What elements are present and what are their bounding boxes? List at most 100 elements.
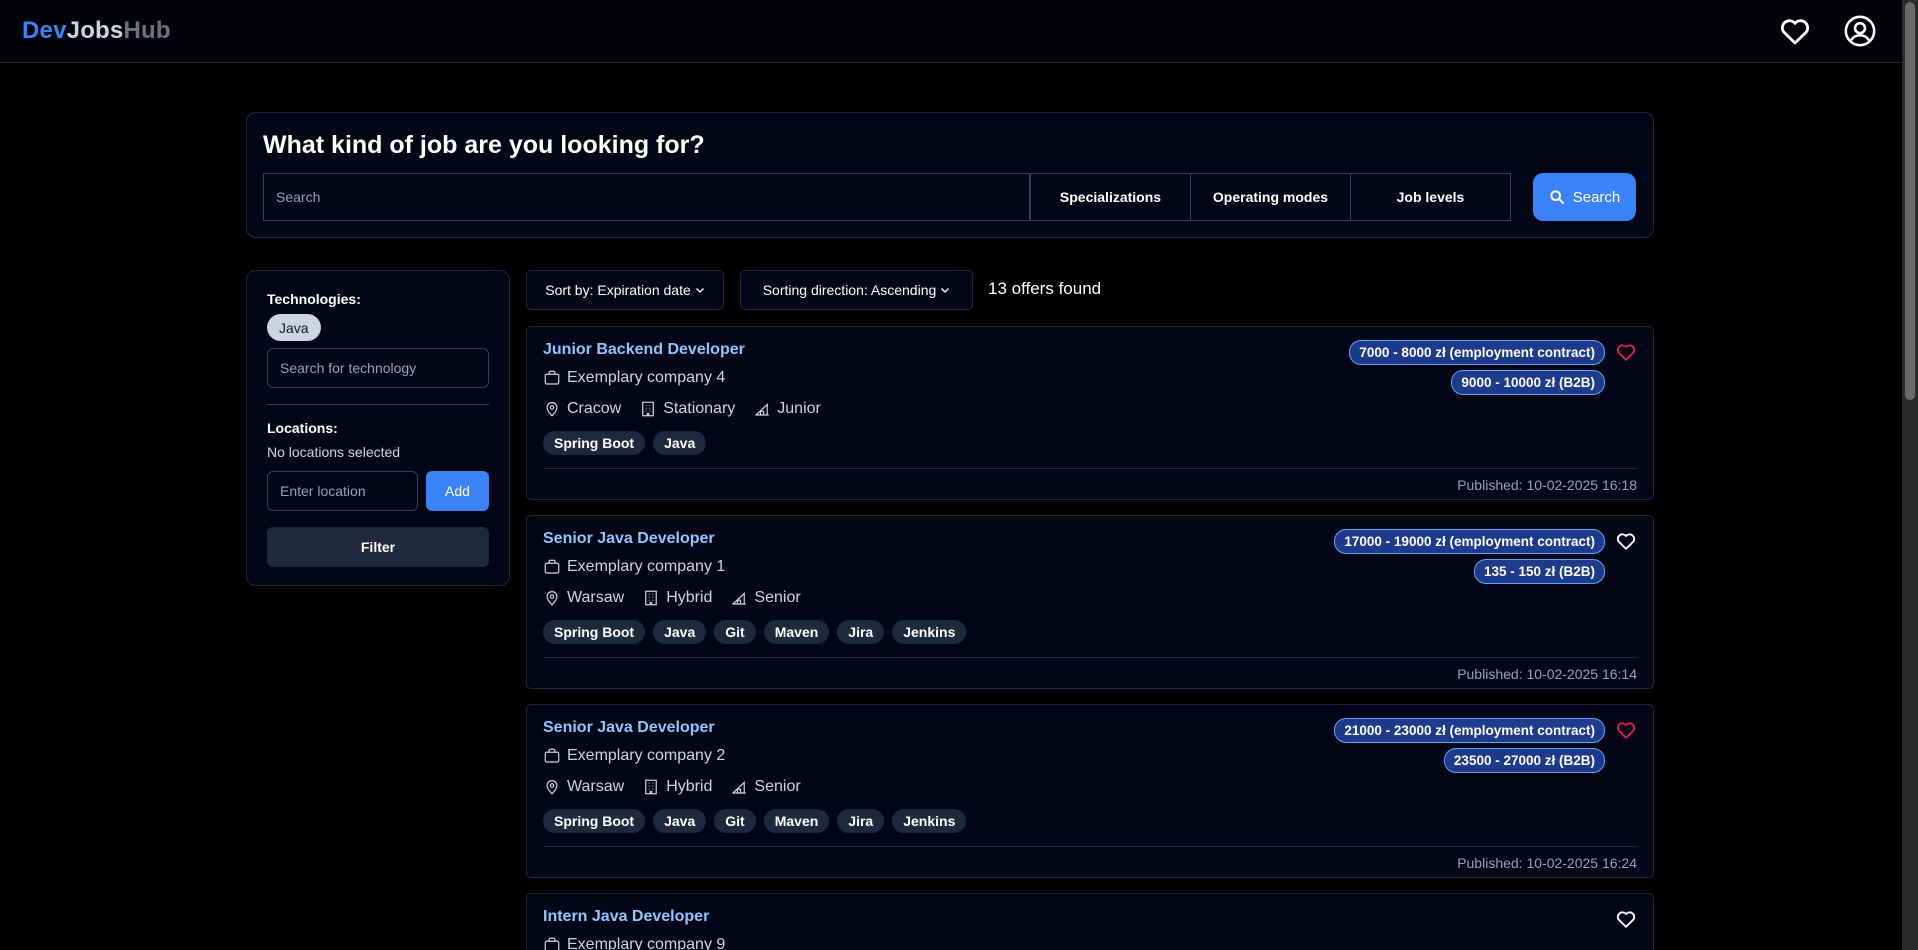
sorting-direction-label: Sorting direction: Ascending xyxy=(762,282,937,298)
location-input[interactable] xyxy=(267,471,418,511)
page-scrollbar[interactable] xyxy=(1902,0,1918,950)
job-offer-card[interactable]: Senior Java Developer Exemplary company … xyxy=(526,515,1654,689)
level-icon xyxy=(730,589,748,607)
sorting-direction-dropdown[interactable]: Sorting direction: Ascending xyxy=(740,270,973,310)
offer-location-text: Warsaw xyxy=(567,778,625,795)
specializations-dropdown[interactable]: Specializations xyxy=(1030,173,1191,221)
briefcase-icon xyxy=(543,369,561,387)
offer-title[interactable]: Senior Java Developer xyxy=(543,530,715,548)
search-button[interactable]: Search xyxy=(1533,173,1636,221)
favorite-heart-icon[interactable] xyxy=(1615,530,1637,552)
offer-mode: Hybrid xyxy=(642,778,712,796)
technology-chip-java[interactable]: Java xyxy=(267,314,321,341)
offer-salaries: 21000 - 23000 zł (employment contract) 2… xyxy=(1334,718,1605,773)
offer-mode: Hybrid xyxy=(642,589,712,607)
salary-badge: 135 - 150 zł (B2B) xyxy=(1473,559,1605,584)
offer-location-text: Warsaw xyxy=(567,589,625,606)
technology-tag: Maven xyxy=(763,620,830,644)
briefcase-icon xyxy=(543,936,561,950)
offer-tags: Spring Boot Java Git Maven Jira Jenkins xyxy=(543,809,967,833)
technology-tag: Git xyxy=(714,809,756,833)
level-icon xyxy=(730,778,748,796)
filters-sidebar: Technologies: Java Locations: No locatio… xyxy=(246,270,510,586)
logo-part-dev: Dev xyxy=(22,17,67,44)
technology-tag: Jenkins xyxy=(892,809,967,833)
offers-count: 13 offers found xyxy=(988,279,1102,298)
favorite-heart-icon[interactable] xyxy=(1615,719,1637,741)
sort-by-dropdown[interactable]: Sort by: Expiration date xyxy=(526,270,724,310)
offer-level: Senior xyxy=(730,589,801,607)
offer-meta: Cracow Stationary Junior xyxy=(543,400,839,418)
logo-part-hub: Hub xyxy=(123,17,171,44)
card-divider xyxy=(543,846,1637,847)
card-divider xyxy=(543,657,1637,658)
favorites-heart-icon[interactable] xyxy=(1778,14,1812,48)
offer-level: Junior xyxy=(753,400,821,418)
offer-mode: Stationary xyxy=(639,400,735,418)
offer-title[interactable]: Junior Backend Developer xyxy=(543,341,745,359)
technology-tag: Git xyxy=(714,620,756,644)
briefcase-icon xyxy=(543,747,561,765)
locations-label: Locations: xyxy=(267,420,338,436)
logo-part-jobs: Jobs xyxy=(66,17,124,44)
job-offer-card[interactable]: Junior Backend Developer Exemplary compa… xyxy=(526,326,1654,500)
job-offer-card[interactable]: Senior Java Developer Exemplary company … xyxy=(526,704,1654,878)
map-pin-icon xyxy=(543,589,561,607)
technology-tag: Java xyxy=(653,809,707,833)
search-panel: What kind of job are you looking for? Sp… xyxy=(246,112,1654,238)
salary-badge: 21000 - 23000 zł (employment contract) xyxy=(1334,718,1605,743)
offer-title[interactable]: Intern Java Developer xyxy=(543,908,709,926)
job-offer-card[interactable]: Intern Java Developer Exemplary company … xyxy=(526,893,1654,950)
offer-meta: Warsaw Hybrid Senior xyxy=(543,589,819,607)
salary-badge: 23500 - 27000 zł (B2B) xyxy=(1443,748,1605,773)
offer-location: Cracow xyxy=(543,400,621,418)
offer-level-text: Senior xyxy=(754,778,801,795)
logo[interactable]: DevJobsHub xyxy=(22,17,171,45)
search-icon xyxy=(1550,190,1564,204)
job-levels-dropdown[interactable]: Job levels xyxy=(1350,173,1511,221)
technologies-label: Technologies: xyxy=(267,291,361,307)
card-divider xyxy=(543,468,1637,469)
salary-badge: 7000 - 8000 zł (employment contract) xyxy=(1349,340,1605,365)
favorite-heart-icon[interactable] xyxy=(1615,341,1637,363)
technology-search-input[interactable] xyxy=(267,348,489,388)
technology-tag: Jira xyxy=(837,620,885,644)
building-icon xyxy=(642,589,660,607)
offer-title[interactable]: Senior Java Developer xyxy=(543,719,715,737)
offer-company: Exemplary company 9 xyxy=(543,936,725,950)
add-location-button[interactable]: Add xyxy=(426,471,489,511)
offer-location: Warsaw xyxy=(543,589,624,607)
map-pin-icon xyxy=(543,400,561,418)
technology-tag: Java xyxy=(653,620,707,644)
offer-company: Exemplary company 4 xyxy=(543,369,725,387)
search-button-label: Search xyxy=(1572,188,1621,206)
offer-mode-text: Hybrid xyxy=(666,589,713,606)
technology-tag: Spring Boot xyxy=(543,431,646,455)
no-locations-text: No locations selected xyxy=(267,444,401,460)
operating-modes-dropdown[interactable]: Operating modes xyxy=(1190,173,1351,221)
search-input[interactable] xyxy=(263,173,1030,221)
technology-tag: Maven xyxy=(763,809,830,833)
chevron-down-icon xyxy=(941,288,950,293)
offer-company: Exemplary company 2 xyxy=(543,747,725,765)
scrollbar-thumb[interactable] xyxy=(1905,2,1915,400)
offer-company-name: Exemplary company 9 xyxy=(567,936,726,950)
technology-tag: Java xyxy=(653,431,707,455)
building-icon xyxy=(642,778,660,796)
level-icon xyxy=(753,400,771,418)
offer-mode-text: Stationary xyxy=(663,400,736,417)
technology-tag: Jenkins xyxy=(892,620,967,644)
chevron-down-icon xyxy=(695,288,704,293)
sort-by-label: Sort by: Expiration date xyxy=(545,282,691,298)
favorite-heart-icon[interactable] xyxy=(1615,908,1637,930)
technology-tag: Spring Boot xyxy=(543,620,646,644)
offer-level-text: Junior xyxy=(777,400,821,417)
published-date: Published: 10-02-2025 16:18 xyxy=(1457,477,1637,493)
offer-salaries: 7000 - 8000 zł (employment contract) 900… xyxy=(1349,340,1605,395)
map-pin-icon xyxy=(543,778,561,796)
offer-location-text: Cracow xyxy=(567,400,622,417)
search-title: What kind of job are you looking for? xyxy=(263,131,705,159)
offer-salaries: 17000 - 19000 zł (employment contract) 1… xyxy=(1334,529,1605,584)
account-user-circle-icon[interactable] xyxy=(1843,14,1877,48)
filter-button[interactable]: Filter xyxy=(267,527,489,567)
